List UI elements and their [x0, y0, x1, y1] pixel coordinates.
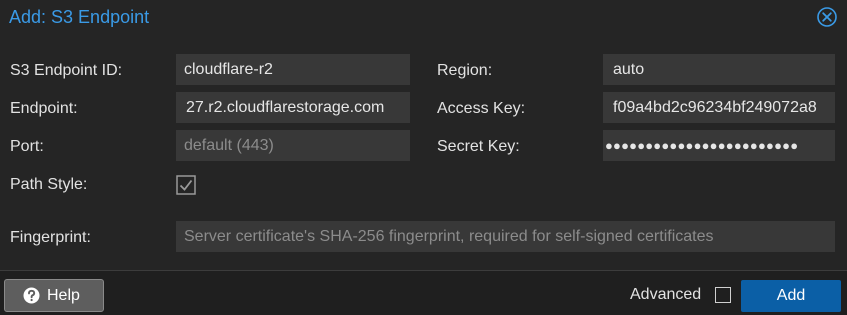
region-input[interactable]: auto [603, 54, 835, 85]
advanced-label: Advanced [630, 286, 702, 303]
secret-key-input[interactable]: ●●●●●●●●●●●●●●●●●●●●●●●● [603, 130, 835, 161]
fingerprint-label: Fingerprint: [10, 229, 91, 246]
access-key-label: Access Key: [437, 100, 526, 117]
endpoint-input[interactable]: 27.r2.cloudflarestorage.com [176, 92, 410, 123]
add-s3-endpoint-dialog: Add: S3 Endpoint S3 Endpoint ID: cloudfl… [0, 0, 847, 315]
add-button[interactable]: Add [741, 280, 841, 312]
path-style-checkbox[interactable] [176, 175, 196, 195]
access-key-input[interactable]: f09a4bd2c96234bf249072a8 [603, 92, 835, 123]
help-button-label: Help [47, 287, 80, 304]
endpoint-label: Endpoint: [10, 100, 78, 117]
close-icon[interactable] [816, 6, 838, 28]
question-circle-icon [23, 287, 40, 304]
endpoint-id-label: S3 Endpoint ID: [10, 62, 123, 79]
advanced-checkbox[interactable] [715, 287, 731, 303]
dialog-titlebar: Add: S3 Endpoint [0, 0, 847, 36]
port-label: Port: [10, 138, 44, 155]
dialog-title: Add: S3 Endpoint [9, 7, 150, 27]
path-style-label: Path Style: [10, 176, 88, 193]
dialog-footer: Help Advanced Add [0, 270, 847, 315]
endpoint-id-input[interactable]: cloudflare-r2 [176, 54, 410, 85]
fingerprint-input[interactable]: Server certificate's SHA-256 fingerprint… [176, 221, 835, 252]
port-input[interactable]: default (443) [176, 130, 410, 161]
help-button[interactable]: Help [4, 279, 104, 312]
region-label: Region: [437, 62, 493, 79]
secret-key-label: Secret Key: [437, 138, 520, 155]
